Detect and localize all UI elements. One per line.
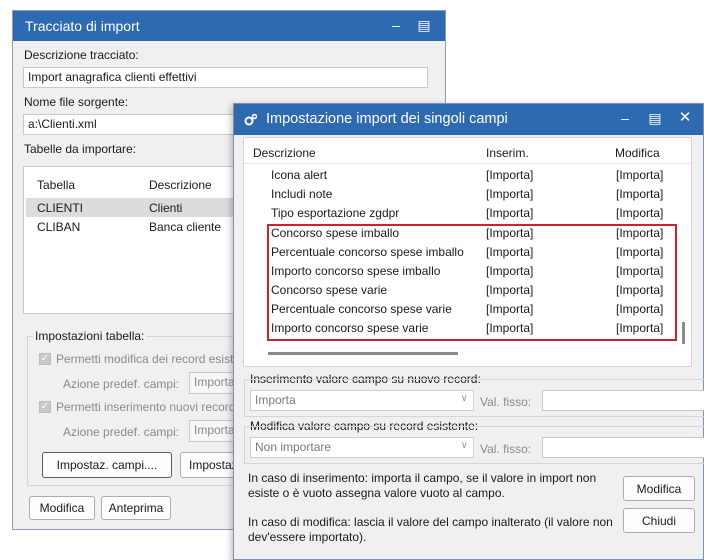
val-fisso-input-1[interactable] bbox=[542, 390, 704, 411]
inserimento-value: Importa bbox=[255, 393, 296, 407]
row-inserim: [Importa] bbox=[486, 168, 534, 182]
anteprima-button[interactable]: Anteprima bbox=[101, 496, 171, 520]
table-row[interactable]: CLIBAN Banca cliente bbox=[26, 217, 252, 236]
row-descrizione: Tipo esportazione zgdpr bbox=[271, 206, 400, 220]
tabelle-list[interactable]: Tabella Descrizione CLIENTI Clienti CLIB… bbox=[23, 166, 253, 314]
row-descrizione: Icona alert bbox=[271, 168, 328, 182]
descrizione-input[interactable]: Import anagrafica clienti effettivi bbox=[23, 67, 428, 88]
row-inserim: [Importa] bbox=[486, 187, 534, 201]
permetti-inserimento-label: Permetti inserimento nuovi record bbox=[56, 400, 236, 414]
table-row[interactable]: Tipo esportazione zgdpr [Importa] [Impor… bbox=[244, 204, 684, 223]
chevron-down-icon: ∨ bbox=[460, 393, 468, 404]
permetti-inserimento-checkbox[interactable]: ✓ bbox=[39, 401, 51, 413]
info-modifica-text: In caso di modifica: lascia il valore de… bbox=[248, 515, 613, 544]
campi-list[interactable]: Descrizione Inserim. Modifica Icona aler… bbox=[243, 137, 692, 367]
azione-predef-label-2: Azione predef. campi: bbox=[63, 425, 180, 439]
impostaz-campi-button[interactable]: Impostaz. campi.... bbox=[42, 452, 172, 478]
impostazione-campi-window: Impostazione import dei singoli campi – … bbox=[233, 103, 704, 560]
minimize-icon[interactable]: – bbox=[616, 110, 634, 128]
info-inserimento-text: In caso di inserimento: importa il campo… bbox=[248, 471, 597, 500]
row-tabella: CLIENTI bbox=[37, 201, 84, 215]
val-fisso-label-2: Val. fisso: bbox=[480, 442, 532, 456]
tracciato-titlebar: Tracciato di import – ▤ bbox=[13, 11, 445, 41]
col-header-descrizione[interactable]: Descrizione bbox=[253, 146, 316, 160]
vertical-scrollbar[interactable] bbox=[682, 322, 685, 344]
descrizione-label: Descrizione tracciato: bbox=[24, 48, 139, 62]
modifica-select[interactable]: Non importare ∨ bbox=[250, 437, 474, 458]
horizontal-scrollbar[interactable] bbox=[268, 352, 458, 355]
table-row[interactable]: Includi note [Importa] [Importa] bbox=[244, 185, 684, 204]
col-header-descrizione[interactable]: Descrizione bbox=[149, 178, 212, 192]
row-tabella: CLIBAN bbox=[37, 220, 81, 234]
gear-icon bbox=[244, 113, 258, 126]
row-modifica: [Importa] bbox=[616, 206, 664, 220]
maximize-icon[interactable]: ▤ bbox=[415, 17, 433, 35]
chevron-down-icon: ∨ bbox=[460, 440, 468, 451]
header-divider bbox=[244, 163, 691, 164]
permetti-modifica-label: Permetti modifica dei record esist bbox=[56, 352, 234, 366]
modifica-button[interactable]: Modifica bbox=[623, 476, 695, 501]
table-row[interactable]: CLIENTI Clienti bbox=[26, 198, 252, 217]
row-descrizione: Banca cliente bbox=[149, 220, 222, 234]
val-fisso-input-2[interactable] bbox=[542, 437, 704, 458]
row-descrizione: Clienti bbox=[149, 201, 183, 215]
row-modifica: [Importa] bbox=[616, 187, 664, 201]
tabelle-label: Tabelle da importare: bbox=[24, 142, 137, 156]
col-header-modifica[interactable]: Modifica bbox=[615, 146, 660, 160]
col-header-inserim[interactable]: Inserim. bbox=[486, 146, 529, 160]
maximize-icon[interactable]: ▤ bbox=[646, 110, 664, 128]
row-modifica: [Importa] bbox=[616, 168, 664, 182]
close-icon[interactable]: ✕ bbox=[676, 110, 694, 128]
col-header-tabella[interactable]: Tabella bbox=[37, 178, 75, 192]
modifica-button[interactable]: Modifica bbox=[29, 496, 95, 520]
chiudi-button[interactable]: Chiudi bbox=[623, 508, 695, 533]
modifica-value: Non importare bbox=[255, 440, 332, 454]
permetti-modifica-checkbox[interactable]: ✓ bbox=[39, 353, 51, 365]
window-title: Tracciato di import bbox=[25, 18, 140, 34]
row-descrizione: Includi note bbox=[271, 187, 333, 201]
window-title: Impostazione import dei singoli campi bbox=[266, 111, 508, 127]
nome-file-label: Nome file sorgente: bbox=[24, 95, 129, 109]
inserimento-select[interactable]: Importa ∨ bbox=[250, 390, 474, 411]
impostazioni-label: Impostazioni tabella: bbox=[33, 329, 147, 343]
table-row[interactable]: Icona alert [Importa] [Importa] bbox=[244, 166, 684, 185]
val-fisso-label-1: Val. fisso: bbox=[480, 395, 532, 409]
azione-predef-label-1: Azione predef. campi: bbox=[63, 377, 180, 391]
campi-titlebar: Impostazione import dei singoli campi – … bbox=[234, 104, 703, 135]
row-inserim: [Importa] bbox=[486, 206, 534, 220]
nome-file-input[interactable]: a:\Clienti.xml bbox=[23, 114, 253, 135]
minimize-icon[interactable]: – bbox=[387, 17, 405, 35]
highlight-box bbox=[267, 224, 677, 341]
